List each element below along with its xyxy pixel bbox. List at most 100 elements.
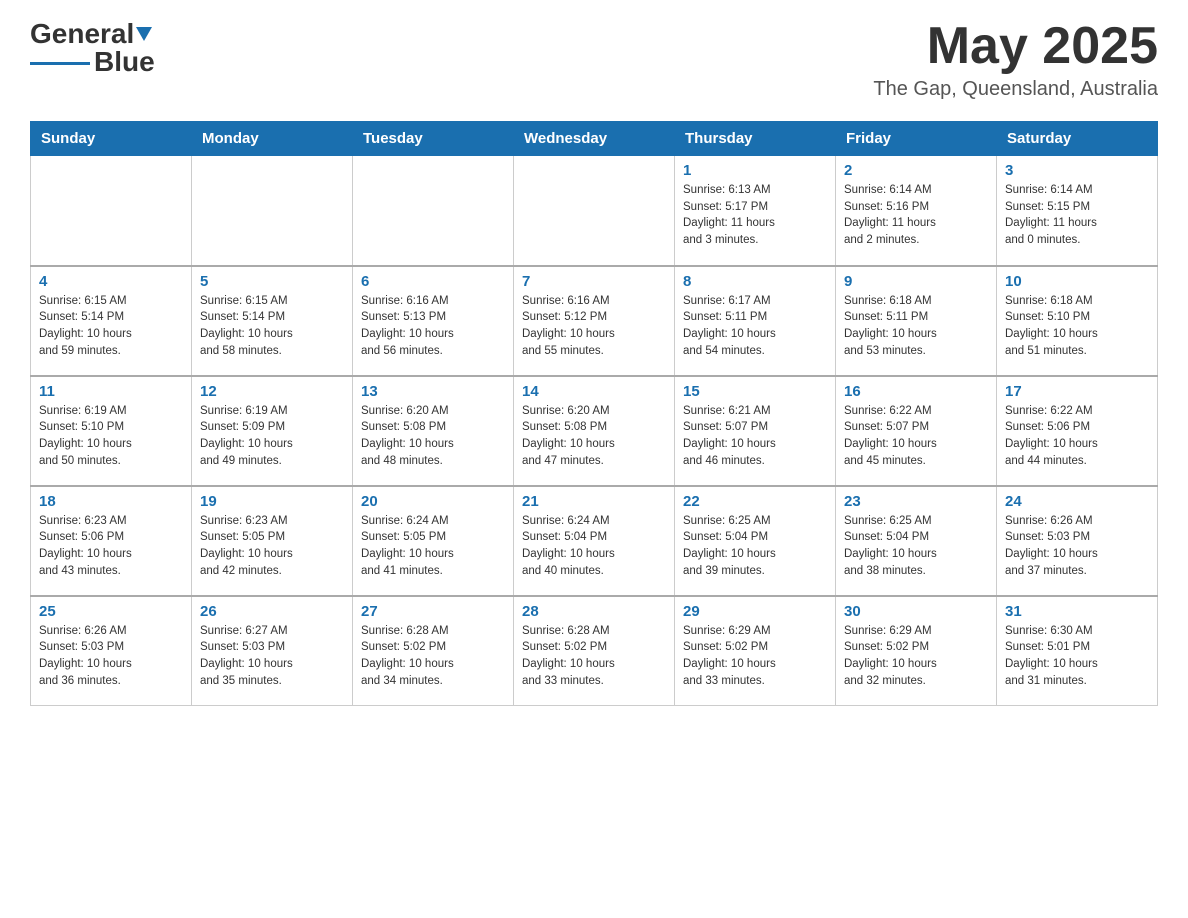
day-info: Sunrise: 6:22 AM Sunset: 5:07 PM Dayligh… — [844, 403, 988, 470]
day-info: Sunrise: 6:30 AM Sunset: 5:01 PM Dayligh… — [1005, 623, 1149, 690]
day-info: Sunrise: 6:26 AM Sunset: 5:03 PM Dayligh… — [39, 623, 183, 690]
day-info: Sunrise: 6:16 AM Sunset: 5:13 PM Dayligh… — [361, 293, 505, 360]
day-cell: 7 Sunrise: 6:16 AM Sunset: 5:12 PM Daylig… — [514, 266, 675, 376]
day-info: Sunrise: 6:17 AM Sunset: 5:11 PM Dayligh… — [683, 293, 827, 360]
day-cell: 18Sunrise: 6:23 AM Sunset: 5:06 PM Dayli… — [31, 486, 192, 596]
day-cell: 23 Sunrise: 6:25 AM Sunset: 5:04 PM Dayli… — [836, 486, 997, 596]
day-cell — [192, 156, 353, 266]
day-cell — [514, 156, 675, 266]
day-cell — [353, 156, 514, 266]
day-number: 26 — [200, 603, 344, 620]
day-number: 23 — [844, 493, 988, 510]
day-number: 6 — [361, 273, 505, 290]
day-cell: 28 Sunrise: 6:28 AM Sunset: 5:02 PM Dayli… — [514, 596, 675, 706]
day-cell: 21Sunrise: 6:24 AM Sunset: 5:04 PM Dayli… — [514, 486, 675, 596]
day-number: 15 — [683, 383, 827, 400]
day-number: 7 — [522, 273, 666, 290]
day-cell: 8Sunrise: 6:17 AM Sunset: 5:11 PM Daylig… — [675, 266, 836, 376]
day-info: Sunrise: 6:28 AM Sunset: 5:02 PM Dayligh… — [361, 623, 505, 690]
day-info: Sunrise: 6:15 AM Sunset: 5:14 PM Dayligh… — [200, 293, 344, 360]
day-cell: 17Sunrise: 6:22 AM Sunset: 5:06 PM Dayli… — [997, 376, 1158, 486]
day-info: Sunrise: 6:28 AM Sunset: 5:02 PM Dayligh… — [522, 623, 666, 690]
day-number: 31 — [1005, 603, 1149, 620]
day-number: 14 — [522, 383, 666, 400]
day-number: 30 — [844, 603, 988, 620]
day-number: 5 — [200, 273, 344, 290]
day-number: 29 — [683, 603, 827, 620]
day-cell: 11 Sunrise: 6:19 AM Sunset: 5:10 PM Dayli… — [31, 376, 192, 486]
day-cell: 14 Sunrise: 6:20 AM Sunset: 5:08 PM Dayli… — [514, 376, 675, 486]
day-info: Sunrise: 6:13 AM Sunset: 5:17 PM Dayligh… — [683, 182, 827, 249]
day-info: Sunrise: 6:16 AM Sunset: 5:12 PM Dayligh… — [522, 293, 666, 360]
weekday-header-tuesday: Tuesday — [353, 122, 514, 156]
weekday-header-wednesday: Wednesday — [514, 122, 675, 156]
day-info: Sunrise: 6:24 AM Sunset: 5:05 PM Dayligh… — [361, 513, 505, 580]
day-cell: 19Sunrise: 6:23 AM Sunset: 5:05 PM Dayli… — [192, 486, 353, 596]
day-info: Sunrise: 6:27 AM Sunset: 5:03 PM Dayligh… — [200, 623, 344, 690]
day-number: 1 — [683, 162, 827, 179]
week-row-5: 25 Sunrise: 6:26 AM Sunset: 5:03 PM Dayli… — [31, 596, 1158, 706]
day-cell: 6 Sunrise: 6:16 AM Sunset: 5:13 PM Daylig… — [353, 266, 514, 376]
page-header: General Blue May 2025 The Gap, Queenslan… — [30, 20, 1158, 101]
day-cell: 10Sunrise: 6:18 AM Sunset: 5:10 PM Dayli… — [997, 266, 1158, 376]
day-info: Sunrise: 6:20 AM Sunset: 5:08 PM Dayligh… — [522, 403, 666, 470]
day-number: 19 — [200, 493, 344, 510]
day-cell: 29Sunrise: 6:29 AM Sunset: 5:02 PM Dayli… — [675, 596, 836, 706]
day-info: Sunrise: 6:20 AM Sunset: 5:08 PM Dayligh… — [361, 403, 505, 470]
day-info: Sunrise: 6:14 AM Sunset: 5:16 PM Dayligh… — [844, 182, 988, 249]
day-info: Sunrise: 6:29 AM Sunset: 5:02 PM Dayligh… — [844, 623, 988, 690]
day-number: 20 — [361, 493, 505, 510]
day-cell: 26 Sunrise: 6:27 AM Sunset: 5:03 PM Dayli… — [192, 596, 353, 706]
day-cell: 3 Sunrise: 6:14 AM Sunset: 5:15 PM Daylig… — [997, 156, 1158, 266]
day-number: 12 — [200, 383, 344, 400]
day-number: 2 — [844, 162, 988, 179]
day-number: 21 — [522, 493, 666, 510]
day-info: Sunrise: 6:21 AM Sunset: 5:07 PM Dayligh… — [683, 403, 827, 470]
logo-triangle-icon — [136, 27, 152, 41]
day-number: 24 — [1005, 493, 1149, 510]
weekday-header-saturday: Saturday — [997, 122, 1158, 156]
day-info: Sunrise: 6:19 AM Sunset: 5:09 PM Dayligh… — [200, 403, 344, 470]
day-info: Sunrise: 6:25 AM Sunset: 5:04 PM Dayligh… — [844, 513, 988, 580]
day-cell: 30 Sunrise: 6:29 AM Sunset: 5:02 PM Dayli… — [836, 596, 997, 706]
logo: General Blue — [30, 20, 155, 76]
week-row-4: 18Sunrise: 6:23 AM Sunset: 5:06 PM Dayli… — [31, 486, 1158, 596]
location: The Gap, Queensland, Australia — [873, 78, 1158, 101]
day-cell: 12 Sunrise: 6:19 AM Sunset: 5:09 PM Dayli… — [192, 376, 353, 486]
day-number: 9 — [844, 273, 988, 290]
day-cell: 16 Sunrise: 6:22 AM Sunset: 5:07 PM Dayli… — [836, 376, 997, 486]
day-number: 22 — [683, 493, 827, 510]
week-row-2: 4Sunrise: 6:15 AM Sunset: 5:14 PM Daylig… — [31, 266, 1158, 376]
week-row-3: 11 Sunrise: 6:19 AM Sunset: 5:10 PM Dayli… — [31, 376, 1158, 486]
weekday-header-monday: Monday — [192, 122, 353, 156]
day-number: 25 — [39, 603, 183, 620]
logo-line — [30, 62, 90, 65]
day-cell: 2 Sunrise: 6:14 AM Sunset: 5:16 PM Daylig… — [836, 156, 997, 266]
day-cell: 24Sunrise: 6:26 AM Sunset: 5:03 PM Dayli… — [997, 486, 1158, 596]
week-row-1: 1 Sunrise: 6:13 AM Sunset: 5:17 PM Daylig… — [31, 156, 1158, 266]
day-number: 18 — [39, 493, 183, 510]
weekday-header-row: SundayMondayTuesdayWednesdayThursdayFrid… — [31, 122, 1158, 156]
day-info: Sunrise: 6:18 AM Sunset: 5:11 PM Dayligh… — [844, 293, 988, 360]
day-cell: 9 Sunrise: 6:18 AM Sunset: 5:11 PM Daylig… — [836, 266, 997, 376]
title-block: May 2025 The Gap, Queensland, Australia — [873, 20, 1158, 101]
day-info: Sunrise: 6:19 AM Sunset: 5:10 PM Dayligh… — [39, 403, 183, 470]
calendar-table: SundayMondayTuesdayWednesdayThursdayFrid… — [30, 121, 1158, 706]
day-info: Sunrise: 6:14 AM Sunset: 5:15 PM Dayligh… — [1005, 182, 1149, 249]
month-title: May 2025 — [873, 20, 1158, 72]
day-number: 28 — [522, 603, 666, 620]
day-cell: 13Sunrise: 6:20 AM Sunset: 5:08 PM Dayli… — [353, 376, 514, 486]
day-number: 17 — [1005, 383, 1149, 400]
day-cell: 1 Sunrise: 6:13 AM Sunset: 5:17 PM Daylig… — [675, 156, 836, 266]
day-info: Sunrise: 6:15 AM Sunset: 5:14 PM Dayligh… — [39, 293, 183, 360]
weekday-header-friday: Friday — [836, 122, 997, 156]
day-cell: 4Sunrise: 6:15 AM Sunset: 5:14 PM Daylig… — [31, 266, 192, 376]
weekday-header-sunday: Sunday — [31, 122, 192, 156]
day-cell: 22Sunrise: 6:25 AM Sunset: 5:04 PM Dayli… — [675, 486, 836, 596]
day-number: 3 — [1005, 162, 1149, 179]
day-number: 27 — [361, 603, 505, 620]
day-number: 11 — [39, 383, 183, 400]
day-number: 16 — [844, 383, 988, 400]
day-cell: 5 Sunrise: 6:15 AM Sunset: 5:14 PM Daylig… — [192, 266, 353, 376]
day-cell: 15 Sunrise: 6:21 AM Sunset: 5:07 PM Dayli… — [675, 376, 836, 486]
